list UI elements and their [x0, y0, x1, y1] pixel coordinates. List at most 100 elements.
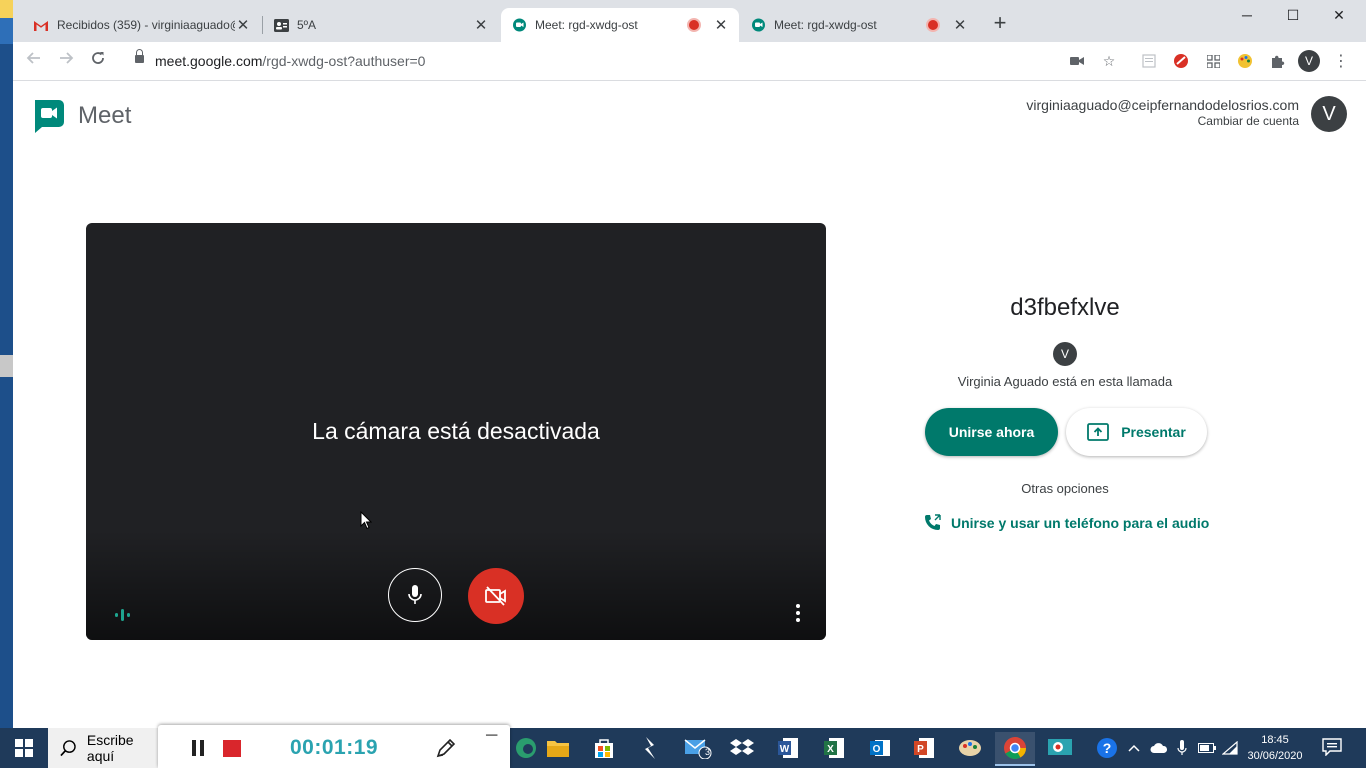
minimize-recorder-button[interactable]: ─: [486, 727, 497, 745]
close-tab-icon[interactable]: ✕: [473, 16, 489, 34]
camera-off-message: La cámara está desactivada: [312, 418, 600, 444]
close-tab-icon[interactable]: ✕: [952, 16, 968, 34]
mouse-cursor-icon: [360, 510, 373, 535]
meeting-code: d3fbefxlve: [1010, 294, 1120, 321]
microphone-icon: [408, 585, 422, 604]
join-now-button[interactable]: Unirse ahora: [925, 408, 1058, 456]
maximize-button[interactable]: ☐: [1270, 0, 1316, 30]
clock-date: 30/06/2020: [1247, 750, 1303, 762]
account-avatar[interactable]: V: [1311, 96, 1347, 132]
classroom-icon: [273, 17, 289, 33]
tab-gmail[interactable]: Recibidos (359) - virginiaaguado@ ✕: [23, 8, 261, 42]
mail-app-icon[interactable]: 3: [678, 732, 718, 764]
wifi-icon[interactable]: [1220, 728, 1240, 768]
lock-icon: [135, 49, 144, 63]
address-bar[interactable]: meet.google.com/rgd-xwdg-ost?authuser=0: [123, 46, 1128, 76]
forward-button[interactable]: [55, 50, 77, 72]
phone-audio-label: Unirse y usar un teléfono para el audio: [951, 514, 1210, 531]
notifications-icon[interactable]: [1322, 738, 1342, 761]
more-options-icon[interactable]: [790, 601, 806, 625]
close-tab-icon[interactable]: ✕: [713, 16, 729, 34]
desktop-scroll: [0, 355, 13, 377]
minimize-button[interactable]: ─: [1224, 0, 1270, 30]
help-icon[interactable]: ?: [1094, 728, 1120, 768]
svg-text:P: P: [917, 744, 924, 755]
bookmark-star-icon[interactable]: ☆: [1100, 52, 1118, 70]
taskbar-search-box[interactable]: Escribe aquí: [48, 728, 160, 768]
svg-text:W: W: [780, 744, 790, 755]
camera-permission-icon[interactable]: [1068, 52, 1086, 70]
store-app-icon[interactable]: [584, 732, 624, 764]
camera-toggle-button[interactable]: [468, 568, 524, 624]
microphone-tray-icon[interactable]: [1172, 728, 1192, 768]
tab-meet-second[interactable]: Meet: rgd-xwdg-ost ✕: [740, 8, 978, 42]
new-tab-button[interactable]: +: [989, 12, 1011, 35]
outlook-app-icon[interactable]: O: [860, 732, 900, 764]
meet-icon: [511, 17, 527, 33]
phone-audio-link[interactable]: Unirse y usar un teléfono para el audio: [924, 514, 1209, 531]
meet-logo[interactable]: Meet: [32, 98, 131, 134]
stop-recording-button[interactable]: [223, 740, 241, 757]
meet-logo-icon: [35, 100, 64, 133]
tab-title: 5ºA: [297, 18, 317, 32]
switch-account-link[interactable]: Cambiar de cuenta: [1026, 113, 1299, 129]
desktop-folder-icon: [0, 0, 13, 18]
screencast-app-icon[interactable]: [1040, 732, 1080, 764]
tab-title: Meet: rgd-xwdg-ost: [774, 18, 877, 32]
preview-gradient: [86, 530, 826, 640]
file-explorer-icon[interactable]: [538, 732, 578, 764]
show-hidden-icons-chevron-icon[interactable]: [1124, 728, 1144, 768]
extension-grid-icon[interactable]: [1204, 52, 1222, 70]
participant-avatar: V: [1053, 342, 1077, 366]
tab-classroom[interactable]: 5ºA ✕: [263, 8, 499, 42]
present-button[interactable]: Presentar: [1066, 408, 1207, 456]
other-options-label: Otras opciones: [1021, 481, 1109, 496]
participant-status: Virginia Aguado está en esta llamada: [957, 374, 1173, 389]
meet-icon: [750, 17, 766, 33]
chrome-menu-icon[interactable]: ⋮: [1332, 52, 1350, 70]
arrow-right-icon: [60, 52, 74, 64]
search-placeholder: Escribe aquí: [86, 732, 134, 764]
url-host: meet.google.com: [155, 53, 263, 69]
clock-time: 18:45: [1261, 734, 1289, 746]
microphone-toggle-button[interactable]: [388, 568, 442, 622]
chrome-app-icon[interactable]: [995, 732, 1035, 766]
powerpoint-app-icon[interactable]: P: [904, 732, 944, 764]
dropbox-icon[interactable]: [722, 732, 762, 764]
recording-dot-icon: [926, 18, 940, 32]
arrow-left-icon: [26, 52, 40, 64]
excel-app-icon[interactable]: X: [814, 732, 854, 764]
browser-toolbar: meet.google.com/rgd-xwdg-ost?authuser=0 …: [13, 42, 1366, 81]
extension-doc-icon[interactable]: [1140, 52, 1158, 70]
extension-palette-icon[interactable]: [1236, 52, 1254, 70]
tab-title: Recibidos (359) - virginiaaguado@: [57, 18, 235, 32]
extension-screencast-icon[interactable]: [1172, 52, 1190, 70]
close-tab-icon[interactable]: ✕: [235, 16, 251, 34]
mail-badge-count: 3: [705, 747, 711, 757]
draw-pen-icon[interactable]: [435, 737, 457, 764]
join-panel: d3fbefxlve V Virginia Aguado está en est…: [900, 290, 1230, 531]
taskbar-clock[interactable]: 18:45 30/06/2020: [1240, 732, 1310, 764]
account-info: virginiaaguado@ceipfernandodelosrios.com…: [1026, 97, 1299, 129]
tab-title: Meet: rgd-xwdg-ost: [535, 18, 638, 32]
reload-button[interactable]: [87, 50, 109, 72]
windows-logo-icon: [15, 739, 33, 757]
profile-avatar[interactable]: V: [1298, 50, 1320, 72]
onedrive-cloud-icon[interactable]: [1148, 728, 1170, 768]
start-button[interactable]: [0, 728, 48, 768]
desktop-item: [0, 18, 13, 44]
extensions-puzzle-icon[interactable]: [1268, 52, 1286, 70]
close-window-button[interactable]: ✕: [1316, 0, 1362, 30]
reload-icon: [92, 52, 104, 64]
pause-recording-button[interactable]: [191, 740, 205, 756]
battery-icon[interactable]: [1196, 728, 1218, 768]
tab-meet-active[interactable]: Meet: rgd-xwdg-ost ✕: [501, 8, 739, 42]
back-button[interactable]: [23, 50, 45, 72]
phone-icon: [925, 514, 941, 530]
svg-text:O: O: [873, 744, 881, 755]
app-bolt-icon[interactable]: [630, 732, 670, 764]
paint-app-icon[interactable]: [950, 732, 990, 764]
url-path: /rgd-xwdg-ost?authuser=0: [262, 53, 426, 69]
account-email: virginiaaguado@ceipfernandodelosrios.com: [1026, 97, 1299, 113]
word-app-icon[interactable]: W: [768, 732, 808, 764]
